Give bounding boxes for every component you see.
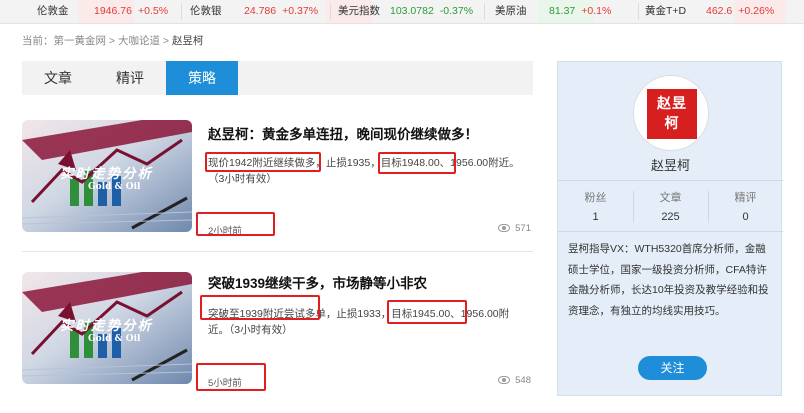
ticker-price: 24.786 (244, 5, 277, 17)
ticker-separator (638, 3, 639, 20)
stat-reviews[interactable]: 精评 0 (708, 189, 783, 223)
ticker-price: 103.0782 -0.37% (384, 0, 473, 23)
ticker-price: 462.6 +0.26% (700, 0, 774, 23)
ticker-name: 美元指数 (338, 5, 380, 17)
ticker-name: 伦敦金 (37, 5, 69, 17)
breadcrumb-separator: > (159, 35, 172, 47)
article-title[interactable]: 突破1939继续干多，市场静等小非农 (208, 272, 427, 292)
thumbnail-title: 实时走势分析 (60, 166, 153, 182)
stat-label: 精评 (734, 192, 757, 204)
ticker-change: +0.26% (738, 5, 775, 17)
article-thumbnail[interactable]: 实时走势分析 Gold & Oil (22, 272, 192, 384)
article-views: 571 (498, 223, 531, 234)
tab-reviews[interactable]: 精评 (94, 61, 166, 95)
tab-strategy[interactable]: 策略 (166, 61, 238, 95)
stat-value: 1 (592, 211, 599, 223)
stat-fans[interactable]: 粉丝 1 (558, 189, 633, 223)
ticker-price: 462.6 (706, 5, 733, 17)
article-item[interactable]: 实时走势分析 Gold & Oil 突破1939继续干多，市场静等小非农 突破至… (22, 272, 533, 392)
breadcrumb-separator: > (106, 35, 118, 47)
eye-icon (498, 376, 511, 385)
article-divider (22, 251, 533, 252)
ticker-item-dollar-index[interactable]: 美元指数 (338, 0, 380, 23)
ticker-name: 伦敦银 (190, 5, 222, 17)
author-bio: 昱柯指导VX：WTH5320首席分析师，金融硕士学位，国家一级投资分析师，CFA… (568, 243, 769, 317)
thumbnail-title: 实时走势分析 (60, 318, 153, 334)
annotation-highlight-box (387, 300, 467, 324)
annotation-highlight-box (378, 152, 456, 174)
author-profile-card: 赵昱柯 赵昱柯 粉丝 1 文章 225 精评 0 昱柯指导VX：WTH5320首… (557, 61, 783, 396)
annotation-highlight-box (205, 152, 321, 172)
ticker-change: +0.5% (137, 5, 169, 17)
annotation-highlight-box (196, 363, 266, 391)
breadcrumb-current: 赵昱柯 (171, 35, 204, 47)
ticker-change: +0.1% (581, 5, 612, 17)
stat-value: 225 (661, 211, 680, 223)
ticker-price: 1946.76 +0.5% (88, 0, 168, 23)
avatar-seal: 赵昱柯 (647, 89, 697, 139)
stat-label: 文章 (659, 192, 682, 204)
breadcrumb-link-experts[interactable]: 大咖论道 (118, 35, 160, 47)
author-name: 赵昱柯 (650, 158, 690, 173)
annotation-highlight-box (200, 295, 320, 320)
article-views: 548 (498, 375, 531, 386)
ticker-change: +0.37% (282, 5, 319, 17)
avatar-seal-text: 赵昱柯 (657, 95, 687, 131)
ticker-item-gold-td[interactable]: 黄金T+D (645, 0, 686, 23)
ticker-change: -0.37% (439, 5, 474, 17)
ticker-price: 103.0782 (390, 5, 434, 17)
stat-value: 0 (742, 211, 749, 223)
ticker-price: 81.37 (549, 5, 576, 17)
content-tabs: 文章 精评 策略 (22, 61, 533, 95)
ticker-price: 24.786 +0.37% (238, 0, 318, 23)
ticker-item-london-gold[interactable]: 伦敦金 (37, 0, 69, 23)
eye-icon (498, 224, 511, 233)
ticker-item-london-silver[interactable]: 伦敦银 (190, 0, 222, 23)
ticker-price: 81.37 +0.1% (543, 0, 611, 23)
thumbnail-subtitle: Gold & Oil (88, 182, 141, 192)
ticker-item-crude-oil[interactable]: 美原油 (495, 0, 527, 23)
ticker-price: 1946.76 (94, 5, 132, 17)
ticker-name: 黄金T+D (645, 5, 687, 17)
article-view-count: 571 (515, 223, 531, 234)
annotation-highlight-box (196, 212, 275, 236)
article-thumbnail[interactable]: 实时走势分析 Gold & Oil (22, 120, 192, 232)
ticker-separator (484, 3, 485, 20)
breadcrumb: 当前：第一黄金网 > 大咖论道 > 赵昱柯 (22, 33, 203, 48)
stat-articles[interactable]: 文章 225 (633, 189, 708, 223)
breadcrumb-prefix: 当前： (22, 35, 54, 47)
article-view-count: 548 (515, 375, 531, 386)
thumbnail-subtitle: Gold & Oil (88, 334, 141, 344)
tab-articles[interactable]: 文章 (22, 61, 94, 95)
follow-button[interactable]: 关注 (638, 356, 707, 380)
ticker-separator (330, 3, 331, 20)
avatar[interactable]: 赵昱柯 (633, 75, 709, 151)
article-title[interactable]: 赵昱柯：黄金多单连扭，晚间现价继续做多！ (208, 123, 478, 143)
breadcrumb-link-home[interactable]: 第一黄金网 (54, 35, 107, 47)
author-stats: 粉丝 1 文章 225 精评 0 (558, 180, 783, 232)
article-item[interactable]: 实时走势分析 Gold & Oil 赵昱柯：黄金多单连扭，晚间现价继续做多！ 现… (22, 120, 533, 240)
stat-label: 粉丝 (584, 192, 607, 204)
ticker-separator (181, 3, 182, 20)
ticker-name: 美原油 (495, 5, 527, 17)
market-ticker: 伦敦金 1946.76 +0.5% 伦敦银 24.786 +0.37% 美元指数 1… (0, 0, 804, 24)
